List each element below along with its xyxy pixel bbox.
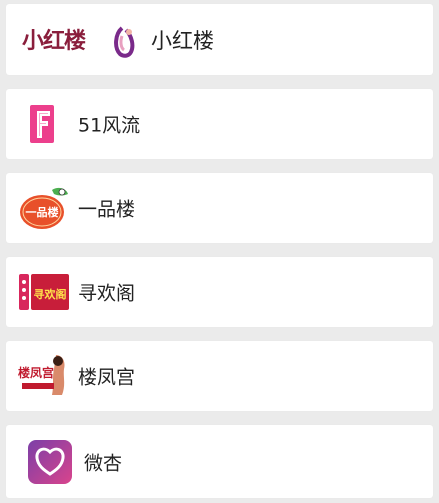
item-label: 一品楼	[78, 198, 136, 221]
list-item-51fengliu[interactable]: 51风流	[6, 89, 433, 159]
list-item-weixing[interactable]: 微杏	[6, 425, 433, 498]
list-item-loufenggong[interactable]: 楼凤宫 楼凤宫	[6, 341, 433, 411]
app-list: 小红楼 小红楼 51风流 一品楼 一品楼 寻欢阁 寻欢阁 楼凤宫 楼凤宫 微杏	[0, 0, 439, 503]
list-item-yipinlou[interactable]: 一品楼 一品楼	[6, 173, 433, 243]
item-label: 小红楼	[151, 28, 214, 53]
xunhuange-logo-icon: 寻欢阁	[19, 268, 69, 316]
logo-wordmark: 一品楼	[26, 205, 59, 219]
logo-wordmark: 小红楼	[22, 28, 86, 54]
list-item-xunhuange[interactable]: 寻欢阁 寻欢阁	[6, 257, 433, 327]
loufenggong-logo-icon: 楼凤宫	[18, 351, 70, 401]
xiaohonglou-logo-icon: 小红楼	[20, 22, 138, 58]
letter-f-logo-icon	[28, 103, 56, 145]
item-label: 寻欢阁	[78, 282, 136, 305]
list-item-xiaohonglou[interactable]: 小红楼 小红楼	[6, 4, 433, 75]
yipinlou-logo-icon: 一品楼	[18, 184, 70, 232]
item-label: 楼凤宫	[78, 366, 136, 389]
logo-wordmark: 楼凤宫	[18, 365, 54, 380]
item-label: 微杏	[84, 452, 123, 474]
logo-wordmark: 寻欢阁	[34, 287, 67, 301]
weixing-logo-icon	[28, 439, 72, 484]
item-label: 51风流	[78, 114, 141, 137]
